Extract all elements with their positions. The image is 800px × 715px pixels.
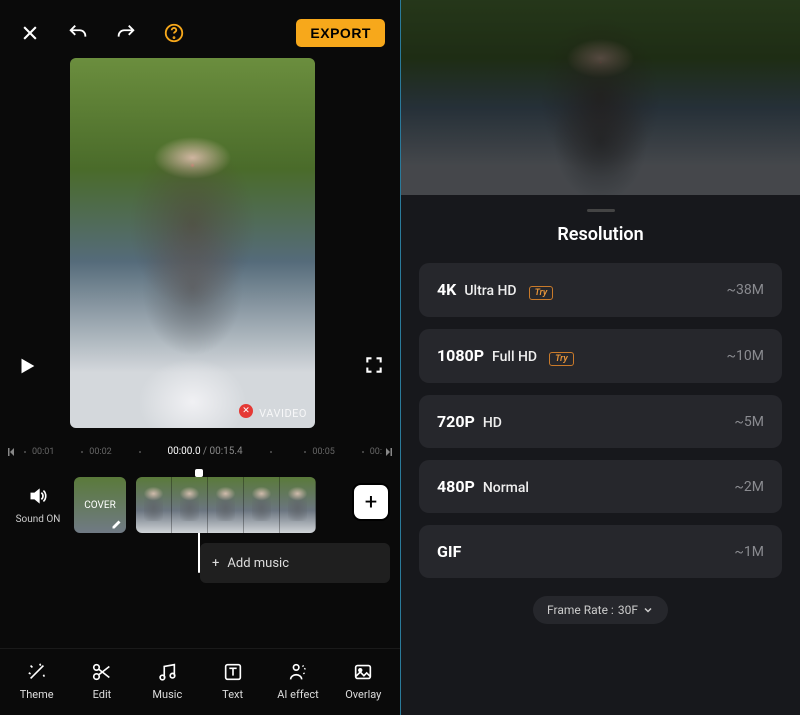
cover-button[interactable]: COVER	[74, 477, 126, 533]
edit-cover-icon	[111, 518, 123, 530]
resolution-sheet: Resolution 4K Ultra HD Try ~38M 1080P Full HD…	[401, 195, 800, 715]
resolution-sub: Normal	[483, 480, 529, 496]
frame-rate-value: 30F	[618, 603, 638, 617]
cover-label: COVER	[84, 500, 116, 511]
resolution-size: ~10M	[727, 348, 764, 364]
text-icon	[222, 661, 244, 683]
tab-ai-effect[interactable]: AI effect	[268, 661, 328, 701]
wand-icon	[26, 661, 48, 683]
ai-icon	[287, 661, 309, 683]
try-badge: Try	[549, 352, 574, 366]
time-total: / 00:15.4	[203, 446, 243, 457]
resolution-main: 480P	[437, 477, 475, 496]
resolution-main: 1080P	[437, 346, 484, 365]
add-music-button[interactable]: + Add music	[200, 543, 390, 583]
time-mark: 00:02	[89, 447, 111, 457]
resolution-option[interactable]: GIF ~1M	[419, 525, 782, 578]
sound-toggle[interactable]: Sound ON	[8, 486, 68, 525]
video-preview[interactable]: ✕ VAVIDEO	[70, 58, 315, 428]
resolution-size: ~1M	[734, 544, 764, 560]
resolution-option[interactable]: 720P HD ~5M	[419, 395, 782, 448]
resolution-sub: Full HD	[492, 349, 537, 365]
resolution-sub: HD	[483, 415, 502, 431]
scissors-icon	[91, 661, 113, 683]
resolution-option[interactable]: 480P Normal ~2M	[419, 460, 782, 513]
add-clip-button[interactable]: +	[352, 483, 390, 521]
tab-edit[interactable]: Edit	[72, 661, 132, 701]
tab-label: Theme	[20, 688, 54, 701]
frame-rate-label: Frame Rate :	[547, 603, 614, 617]
resolution-main: GIF	[437, 542, 461, 561]
fullscreen-icon[interactable]	[364, 355, 384, 379]
time-mark: 00:01	[32, 447, 54, 457]
remove-watermark-icon[interactable]: ✕	[239, 404, 253, 418]
close-icon[interactable]	[15, 18, 45, 48]
time-mark: 00:05	[312, 447, 334, 457]
tab-label: AI effect	[277, 688, 318, 701]
video-clip[interactable]	[136, 477, 316, 533]
tab-label: Text	[222, 688, 243, 701]
resolution-size: ~2M	[734, 479, 764, 495]
tab-theme[interactable]: Theme	[7, 661, 67, 701]
undo-icon[interactable]	[63, 18, 93, 48]
tab-text[interactable]: Text	[203, 661, 263, 701]
music-icon	[156, 661, 178, 683]
step-forward-icon[interactable]	[382, 447, 392, 457]
tab-label: Edit	[93, 688, 112, 701]
watermark-label: VAVIDEO	[259, 407, 307, 420]
tab-label: Music	[152, 688, 182, 701]
export-button[interactable]: EXPORT	[296, 19, 385, 47]
redo-icon[interactable]	[111, 18, 141, 48]
chevron-down-icon	[642, 604, 654, 616]
timeline-ruler[interactable]: 00:01 00:02 00:00.0 / 00:15.4 00:05 00:	[0, 428, 400, 465]
frame-rate-selector[interactable]: Frame Rate : 30F	[533, 596, 668, 624]
tab-overlay[interactable]: Overlay	[333, 661, 393, 701]
resolution-size: ~5M	[734, 414, 764, 430]
resolution-sub: Ultra HD	[464, 283, 516, 299]
time-mark: 00:	[370, 447, 382, 457]
overlay-icon	[352, 661, 374, 683]
sheet-grabber[interactable]	[587, 209, 615, 212]
tab-label: Overlay	[345, 688, 381, 701]
resolution-option[interactable]: 1080P Full HD Try ~10M	[419, 329, 782, 383]
sheet-title: Resolution	[419, 224, 782, 245]
help-icon[interactable]	[159, 18, 189, 48]
time-current: 00:00.0	[167, 446, 200, 457]
resolution-main: 4K	[437, 280, 456, 299]
tab-music[interactable]: Music	[137, 661, 197, 701]
step-back-icon[interactable]	[8, 447, 18, 457]
play-button[interactable]	[16, 355, 38, 381]
export-preview	[401, 0, 800, 195]
resolution-option[interactable]: 4K Ultra HD Try ~38M	[419, 263, 782, 317]
try-badge: Try	[529, 286, 554, 300]
sound-label: Sound ON	[8, 514, 68, 525]
resolution-size: ~38M	[727, 282, 764, 298]
resolution-main: 720P	[437, 412, 475, 431]
plus-icon: +	[212, 556, 219, 571]
add-music-label: Add music	[227, 556, 289, 571]
